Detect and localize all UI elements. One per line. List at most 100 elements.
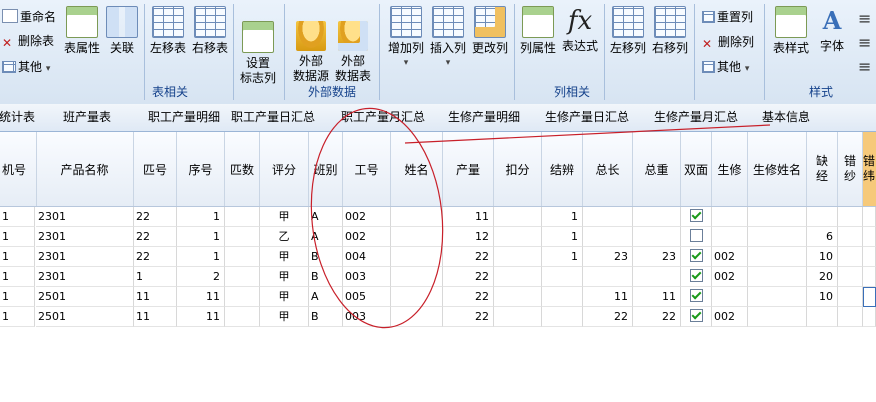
other-menu-button[interactable]: 其他 ▾ [2, 58, 50, 76]
table-cell[interactable] [838, 207, 863, 227]
checkbox[interactable] [689, 309, 703, 322]
table-cell[interactable] [494, 227, 542, 247]
tab-repair-output-daily[interactable]: 生修产量日汇总 [545, 104, 629, 131]
column-header[interactable]: 产量 [443, 132, 494, 206]
table-cell[interactable] [748, 307, 807, 327]
table-cell[interactable]: 甲 [260, 287, 309, 307]
tab-shift-output[interactable]: 班产量表 [63, 104, 111, 131]
table-cell[interactable]: 1 [542, 247, 583, 267]
table-cell[interactable] [863, 267, 876, 287]
table-cell[interactable]: 22 [443, 247, 494, 267]
table-cell[interactable]: 22 [134, 227, 177, 247]
table-cell[interactable] [838, 267, 863, 287]
tab-worker-output-detail[interactable]: 职工产量明细 [148, 104, 220, 131]
external-datasource-button[interactable]: 外部 数据源 [290, 6, 332, 84]
table-cell[interactable] [863, 227, 876, 247]
tab-worker-output-monthly[interactable]: 职工产量月汇总 [341, 104, 425, 131]
table-cell[interactable]: 22 [583, 307, 633, 327]
column-header[interactable]: 扣分 [494, 132, 542, 206]
table-cell[interactable] [748, 287, 807, 307]
double-side-checkbox-cell[interactable] [681, 207, 712, 227]
double-side-checkbox-cell[interactable] [681, 247, 712, 267]
table-cell[interactable]: 1 [542, 207, 583, 227]
table-row[interactable]: 1 2501 11 11 甲 A 005 22 11 11 10 [0, 287, 876, 307]
table-cell[interactable] [494, 287, 542, 307]
table-cell[interactable] [225, 207, 260, 227]
table-cell[interactable]: 22 [633, 307, 681, 327]
table-cell[interactable] [838, 247, 863, 267]
table-cell[interactable]: 12 [443, 227, 494, 247]
table-cell[interactable]: 002 [343, 207, 391, 227]
table-cell[interactable]: 1 [134, 267, 177, 287]
table-cell[interactable]: 005 [343, 287, 391, 307]
table-cell[interactable]: 甲 [260, 247, 309, 267]
table-cell[interactable]: A [309, 227, 343, 247]
external-datatable-button[interactable]: 外部 数据表 [332, 6, 374, 84]
change-column-button[interactable]: 更改列 [470, 6, 510, 56]
table-cell[interactable] [391, 247, 443, 267]
table-cell[interactable]: A [309, 287, 343, 307]
column-header[interactable]: 姓名 [391, 132, 443, 206]
table-cell[interactable] [863, 307, 876, 327]
column-other-menu-button[interactable]: 其他 ▾ [702, 58, 749, 76]
table-cell[interactable]: B [309, 267, 343, 287]
table-cell[interactable] [225, 267, 260, 287]
table-cell[interactable]: 2301 [36, 267, 134, 287]
table-cell[interactable] [542, 307, 583, 327]
table-cell[interactable] [633, 267, 681, 287]
table-cell[interactable]: 23 [633, 247, 681, 267]
table-cell[interactable] [748, 227, 807, 247]
table-cell[interactable] [838, 307, 863, 327]
table-cell[interactable]: 10 [807, 247, 838, 267]
table-cell[interactable] [225, 247, 260, 267]
table-cell[interactable] [807, 307, 838, 327]
checkbox[interactable] [689, 289, 703, 302]
table-row[interactable]: 1 2501 11 11 甲 B 003 22 22 22 002 [0, 307, 876, 327]
table-cell[interactable]: 2301 [36, 207, 134, 227]
table-row[interactable]: 1 2301 1 2 甲 B 003 22 002 20 [0, 267, 876, 287]
table-cell[interactable]: 1 [177, 247, 225, 267]
table-cell[interactable]: 甲 [260, 267, 309, 287]
table-cell[interactable]: 23 [583, 247, 633, 267]
table-cell[interactable] [633, 207, 681, 227]
table-cell[interactable] [225, 287, 260, 307]
table-properties-button[interactable]: 表属性 [62, 6, 102, 56]
table-cell[interactable] [838, 287, 863, 307]
table-cell[interactable]: B [309, 247, 343, 267]
table-cell[interactable] [748, 207, 807, 227]
table-cell[interactable]: 003 [343, 267, 391, 287]
column-header[interactable]: 结辨 [542, 132, 583, 206]
table-cell[interactable]: 甲 [260, 307, 309, 327]
column-header[interactable]: 班别 [309, 132, 343, 206]
table-cell[interactable]: 1 [0, 207, 35, 227]
column-header[interactable]: 序号 [177, 132, 225, 206]
column-header[interactable]: 匹数 [225, 132, 260, 206]
align-icon[interactable]: ≡ [858, 35, 871, 54]
table-cell[interactable] [391, 227, 443, 247]
tab-repair-output-monthly[interactable]: 生修产量月汇总 [654, 104, 738, 131]
column-header[interactable]: 缺 经 [807, 132, 838, 206]
table-cell[interactable]: 1 [0, 267, 35, 287]
table-cell[interactable]: 22 [443, 307, 494, 327]
align-icon[interactable]: ≡ [858, 59, 871, 78]
table-cell[interactable] [494, 307, 542, 327]
table-cell[interactable]: 1 [177, 227, 225, 247]
column-header[interactable]: 评分 [260, 132, 309, 206]
table-row[interactable]: 1 2301 22 1 乙 A 002 12 1 6 [0, 227, 876, 247]
table-cell[interactable]: 11 [134, 307, 177, 327]
table-cell[interactable]: 11 [633, 287, 681, 307]
tab-repair-output-detail[interactable]: 生修产量明细 [448, 104, 520, 131]
table-cell[interactable]: 20 [807, 267, 838, 287]
checkbox[interactable] [689, 209, 703, 222]
set-flag-column-button[interactable]: 设置 标志列 [236, 6, 280, 86]
relation-button[interactable]: 关联 [106, 6, 138, 56]
table-cell[interactable] [391, 267, 443, 287]
move-table-right-button[interactable]: 右移表 [190, 6, 230, 56]
column-header[interactable]: 双面 [681, 132, 712, 206]
column-header-selected[interactable]: 错 纬 [863, 132, 876, 206]
table-cell[interactable] [863, 207, 876, 227]
table-cell[interactable] [391, 287, 443, 307]
checkbox[interactable] [689, 229, 703, 242]
insert-column-button[interactable]: 插入列 ▾ [428, 6, 468, 71]
tab-worker-output-daily[interactable]: 职工产量日汇总 [231, 104, 315, 131]
